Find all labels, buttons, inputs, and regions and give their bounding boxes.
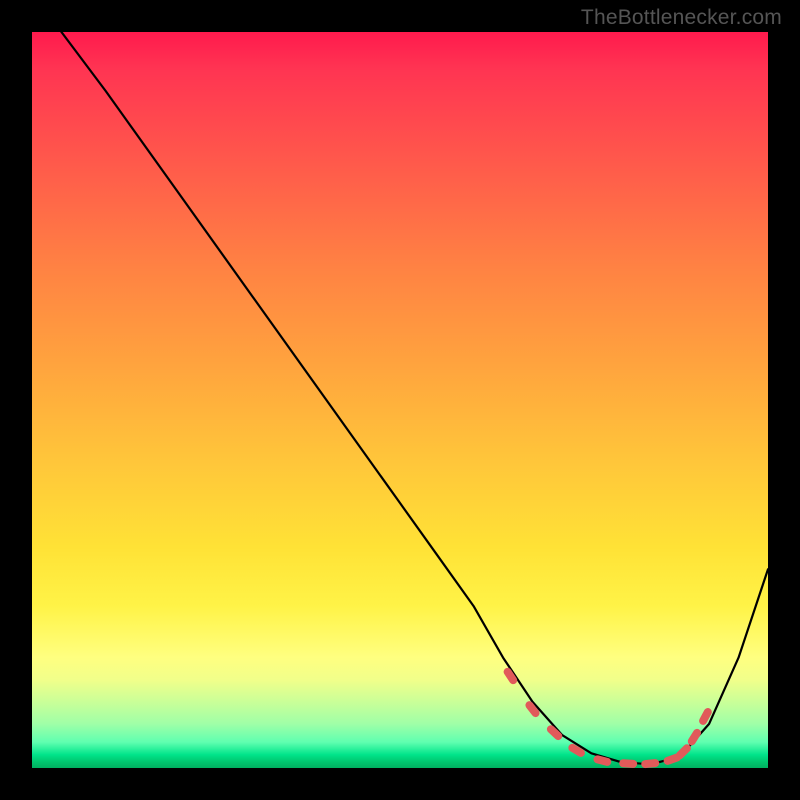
curve-line <box>61 32 768 764</box>
marker-dash <box>619 759 637 768</box>
marker-dash <box>686 727 702 747</box>
plot-area <box>32 32 768 768</box>
chart-frame: TheBottlenecker.com <box>0 0 800 800</box>
marker-dash <box>698 707 714 727</box>
marker-dash <box>641 759 660 769</box>
watermark-text: TheBottlenecker.com <box>581 6 782 30</box>
chart-svg <box>32 32 768 768</box>
optimal-markers <box>502 666 713 768</box>
